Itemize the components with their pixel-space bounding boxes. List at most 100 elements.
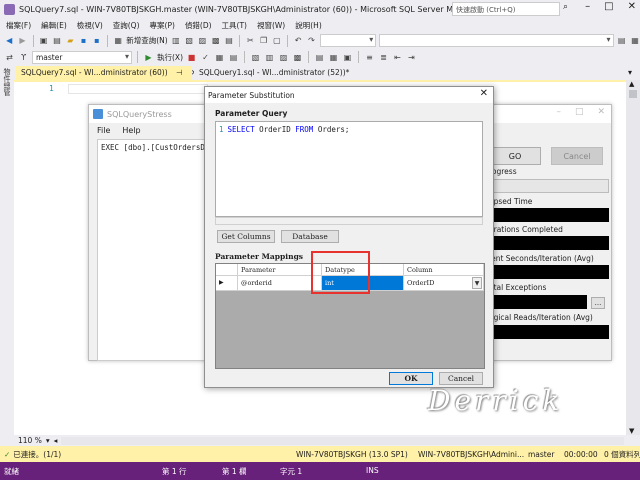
decrease-indent-icon[interactable]: ⇤ bbox=[392, 52, 403, 63]
dmx-query-icon[interactable]: ▨ bbox=[197, 35, 207, 46]
editor-vertical-scrollbar[interactable]: ▲ ▼ bbox=[626, 80, 640, 435]
object-explorer-tab[interactable]: 物件總管 bbox=[2, 68, 12, 96]
scroll-left-icon[interactable]: ◂ bbox=[54, 436, 58, 445]
save-icon[interactable]: ▪ bbox=[78, 35, 88, 46]
row-header-corner bbox=[216, 264, 238, 276]
menu-query[interactable]: 查詢(Q) bbox=[113, 20, 140, 31]
menu-help[interactable]: 說明(H) bbox=[295, 20, 322, 31]
connect-icon[interactable]: ⇄ bbox=[4, 52, 15, 63]
ok-button[interactable]: OK bbox=[389, 372, 433, 385]
scroll-thumb[interactable] bbox=[629, 90, 637, 98]
menu-file[interactable]: 檔案(F) bbox=[6, 20, 31, 31]
mdx-query-icon[interactable]: ▧ bbox=[184, 35, 194, 46]
parameter-mappings-label: Parameter Mappings bbox=[215, 252, 304, 261]
query-designer-icon[interactable]: ▤ bbox=[228, 52, 239, 63]
user-info: WIN-7V80TBJSKGH\Admini... bbox=[418, 449, 525, 459]
forward-icon[interactable]: ▶ bbox=[17, 35, 27, 46]
search-icon[interactable]: ⌕ bbox=[563, 2, 568, 12]
undo-icon[interactable]: ↶ bbox=[293, 35, 303, 46]
zoom-level[interactable]: 110 % bbox=[18, 436, 42, 445]
row-selector[interactable]: ▶ bbox=[216, 276, 238, 291]
menu-tools[interactable]: 工具(T) bbox=[222, 20, 247, 31]
find-combo[interactable] bbox=[379, 34, 614, 47]
toolbox-icon[interactable]: ▦ bbox=[630, 35, 640, 46]
menu-window[interactable]: 視窗(W) bbox=[257, 20, 285, 31]
minimize-icon[interactable]: – bbox=[556, 107, 561, 117]
tab-sqlquery7[interactable]: SQLQuery7.sql - WI...dministrator (60)) … bbox=[16, 66, 197, 80]
cut-icon[interactable]: ✂ bbox=[245, 35, 255, 46]
status-line: 第 1 行 bbox=[162, 467, 187, 476]
execute-icon[interactable]: ▶ bbox=[143, 52, 154, 63]
column-header-column[interactable]: Column bbox=[404, 264, 484, 276]
logical-reads-label: ogical Reads/Iteration (Avg) bbox=[489, 313, 593, 322]
watermark: Derrick bbox=[428, 384, 564, 417]
stop-icon[interactable]: ■ bbox=[186, 52, 197, 63]
menu-debug[interactable]: 偵錯(D) bbox=[185, 20, 212, 31]
parse-icon[interactable]: ✓ bbox=[200, 52, 211, 63]
tab-overflow-icon[interactable]: ▾ bbox=[628, 68, 632, 77]
database-select[interactable]: master bbox=[32, 50, 132, 64]
maximize-icon[interactable]: □ bbox=[604, 1, 613, 12]
parameter-cell[interactable]: @orderid bbox=[238, 276, 322, 291]
db-engine-query-icon[interactable]: ▥ bbox=[171, 35, 181, 46]
new-project-icon[interactable]: ▣ bbox=[39, 35, 49, 46]
display-plan-icon[interactable]: ▦ bbox=[214, 52, 225, 63]
sqs-cancel-button[interactable]: Cancel bbox=[551, 147, 603, 165]
chevron-down-icon[interactable]: ▾ bbox=[46, 436, 50, 445]
new-query-button[interactable]: 新增查詢(N) bbox=[126, 35, 167, 46]
solution-config-combo[interactable] bbox=[319, 34, 377, 47]
scroll-down-icon[interactable]: ▼ bbox=[629, 427, 634, 435]
open-file-icon[interactable]: ▰ bbox=[65, 35, 75, 46]
scroll-up-icon[interactable]: ▲ bbox=[629, 80, 634, 88]
minimize-icon[interactable]: – bbox=[585, 1, 590, 12]
chevron-down-icon[interactable]: ▼ bbox=[472, 277, 482, 289]
go-button[interactable]: GO bbox=[489, 147, 541, 165]
results-to-text-icon[interactable]: ▤ bbox=[314, 52, 325, 63]
editor-horizontal-scrollbar[interactable] bbox=[61, 436, 624, 445]
back-icon[interactable]: ◀ bbox=[4, 35, 14, 46]
copy-icon[interactable]: ❐ bbox=[258, 35, 268, 46]
properties-icon[interactable]: ▤ bbox=[617, 35, 627, 46]
client-stats-icon[interactable]: ▩ bbox=[292, 52, 303, 63]
close-icon[interactable]: ✕ bbox=[597, 107, 605, 117]
query-horizontal-scrollbar[interactable] bbox=[215, 217, 483, 225]
results-to-grid-icon[interactable]: ▦ bbox=[328, 52, 339, 63]
add-item-icon[interactable]: ▤ bbox=[52, 35, 62, 46]
dax-query-icon[interactable]: ▤ bbox=[224, 35, 234, 46]
live-stats-icon[interactable]: ▨ bbox=[278, 52, 289, 63]
redo-icon[interactable]: ↷ bbox=[306, 35, 316, 46]
change-connection-icon[interactable]: ϒ bbox=[18, 52, 29, 63]
total-exceptions-value bbox=[489, 295, 587, 309]
title-bar: SQLQuery7.sql - WIN-7V80TBJSKGH.master (… bbox=[0, 0, 640, 18]
get-columns-button[interactable]: Get Columns bbox=[217, 230, 275, 243]
include-plan-icon[interactable]: ▥ bbox=[264, 52, 275, 63]
column-header-parameter[interactable]: Parameter bbox=[238, 264, 322, 276]
comment-icon[interactable]: ≡ bbox=[364, 52, 375, 63]
uncomment-icon[interactable]: ≣ bbox=[378, 52, 389, 63]
sqs-menu-file[interactable]: File bbox=[97, 126, 110, 135]
column-select[interactable]: OrderID ▼ bbox=[404, 276, 484, 291]
pin-icon[interactable]: ⊣ bbox=[176, 68, 183, 77]
close-icon[interactable]: ✕ bbox=[480, 88, 488, 99]
new-query-icon[interactable]: ▦ bbox=[113, 35, 123, 46]
parameter-query-label: Parameter Query bbox=[215, 109, 288, 118]
parameter-query-editor[interactable]: 1 SELECT OrderID FROM Orders; bbox=[215, 121, 483, 217]
connected-check-icon: ✓ bbox=[4, 449, 11, 459]
increase-indent-icon[interactable]: ⇥ bbox=[406, 52, 417, 63]
database-button[interactable]: Database bbox=[281, 230, 339, 243]
execute-button[interactable]: 執行(X) bbox=[157, 52, 183, 63]
sqs-menu-help[interactable]: Help bbox=[122, 126, 140, 135]
quick-launch-input[interactable]: 快速啟動 (Ctrl+Q) bbox=[452, 2, 560, 16]
menu-view[interactable]: 檢視(V) bbox=[77, 20, 103, 31]
paste-icon[interactable]: ▢ bbox=[272, 35, 282, 46]
save-all-icon[interactable]: ▪ bbox=[92, 35, 102, 46]
results-to-file-icon[interactable]: ▣ bbox=[342, 52, 353, 63]
xmla-query-icon[interactable]: ▩ bbox=[211, 35, 221, 46]
menu-project[interactable]: 專案(P) bbox=[150, 20, 175, 31]
maximize-icon[interactable]: □ bbox=[575, 107, 584, 117]
menu-edit[interactable]: 編輯(E) bbox=[41, 20, 67, 31]
close-icon[interactable]: ✕ bbox=[628, 1, 636, 12]
tab-sqlquery1[interactable]: SQLQuery1.sql - WI...dministrator (52))* bbox=[194, 66, 364, 80]
intellisense-icon[interactable]: ▧ bbox=[250, 52, 261, 63]
exceptions-details-button[interactable]: ... bbox=[591, 297, 605, 309]
